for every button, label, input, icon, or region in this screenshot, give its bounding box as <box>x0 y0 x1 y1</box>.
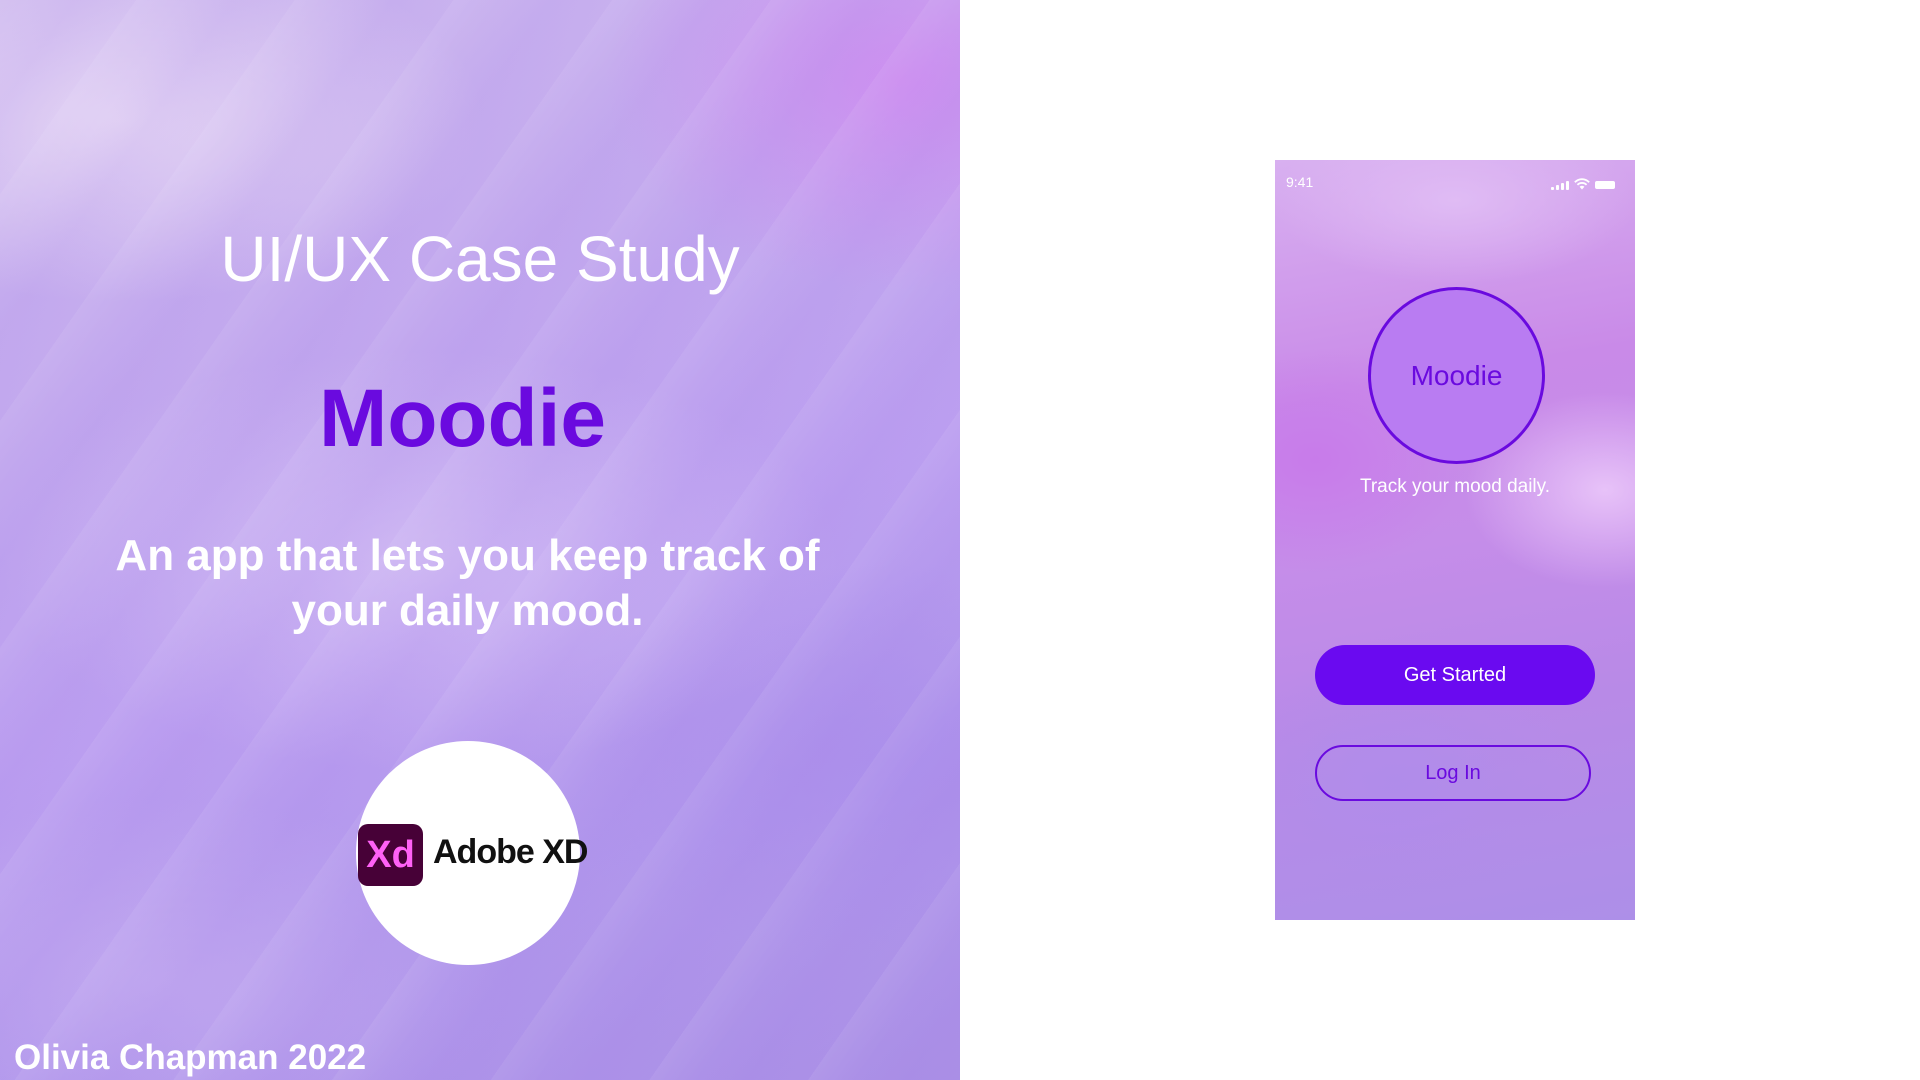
status-bar: 9:41 <box>1275 160 1635 200</box>
log-in-button[interactable]: Log In <box>1315 745 1591 801</box>
adobe-xd-icon: Xd <box>358 824 423 886</box>
wifi-icon <box>1574 178 1590 190</box>
get-started-button[interactable]: Get Started <box>1315 645 1595 705</box>
adobe-xd-badge: Xd Adobe XD <box>356 741 588 965</box>
case-study-title: UI/UX Case Study <box>220 223 740 295</box>
moodie-logo: Moodie <box>1368 287 1545 464</box>
logo-text: Moodie <box>1410 359 1503 391</box>
phone-mockup: 9:41 Moodie Track your mood daily. Get S… <box>1275 160 1635 920</box>
phone-tagline: Track your mood daily. <box>1359 476 1551 497</box>
signal-icon <box>1551 180 1569 190</box>
status-icons <box>1551 178 1615 190</box>
slide-canvas: UI/UX Case Study Moodie An app that lets… <box>0 0 1920 1080</box>
battery-icon <box>1595 181 1615 189</box>
author-credit: Olivia Chapman 2022 <box>14 1038 367 1077</box>
app-name-heading: Moodie <box>319 373 606 464</box>
app-tagline: An app that lets you keep track of your … <box>115 531 820 635</box>
adobe-xd-label: Adobe XD <box>433 833 588 871</box>
status-time: 9:41 <box>1286 174 1314 190</box>
cover-panel: UI/UX Case Study Moodie An app that lets… <box>0 0 960 1080</box>
